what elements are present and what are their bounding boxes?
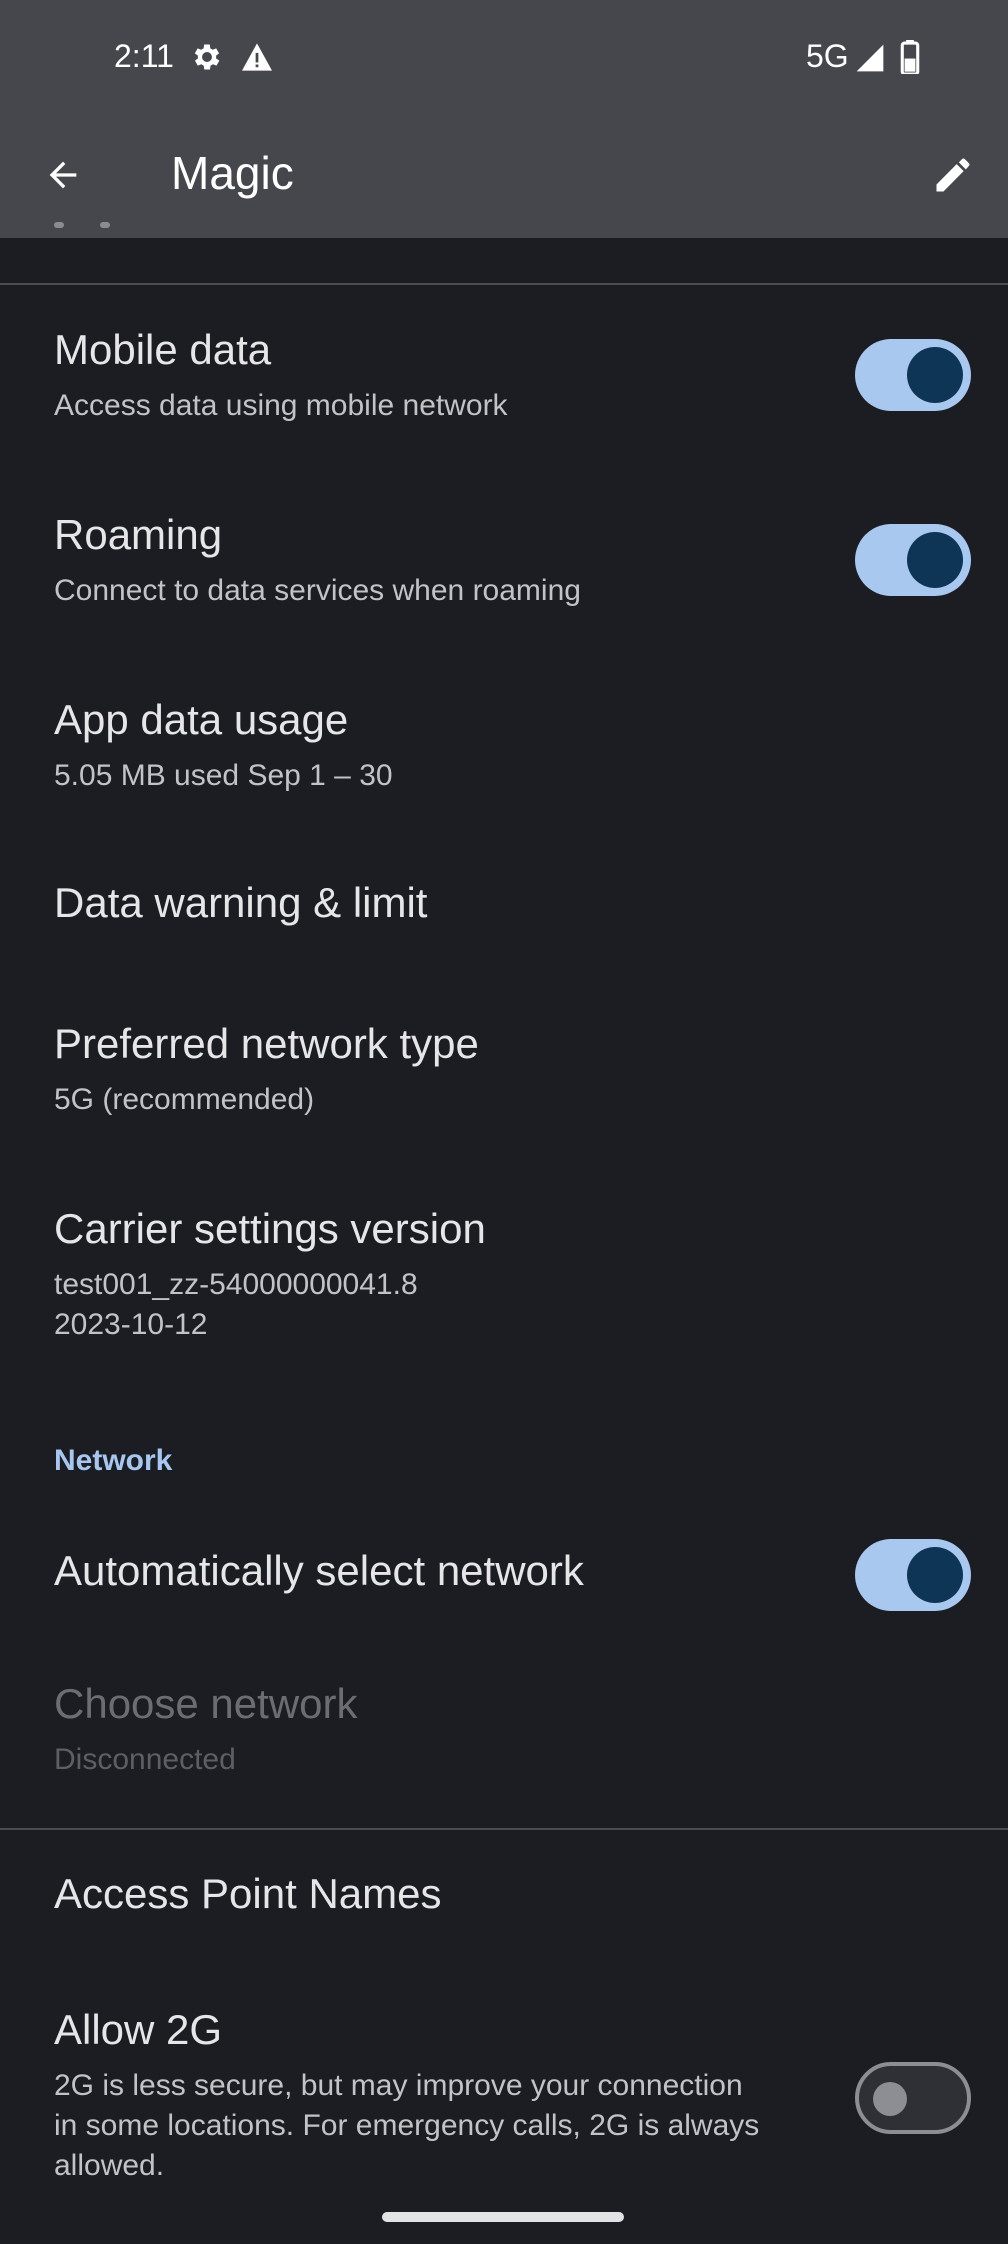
app-bar: Magic [0,116,1008,238]
choose-network-subtitle: Disconnected [54,1743,236,1776]
auto-select-network-item[interactable]: Automatically select network [0,1525,1008,1655]
data-warning-title: Data warning & limit [54,879,428,926]
app-data-usage-item[interactable]: App data usage 5.05 MB used Sep 1 – 30 [0,680,1008,840]
warning-icon [242,43,272,71]
page-title: Magic [171,147,294,199]
battery-icon [900,40,920,74]
roaming-item[interactable]: Roaming Connect to data services when ro… [0,495,1008,655]
preferred-network-title: Preferred network type [54,1020,479,1067]
mobile-data-toggle[interactable] [855,339,971,411]
auto-select-network-toggle[interactable] [855,1539,971,1611]
roaming-title: Roaming [54,511,223,558]
carrier-settings-subtitle: test001_zz-54000000041.8 2023-10-12 [54,1268,418,1341]
signal-icon [856,44,884,72]
toggle-knob [907,347,963,403]
toggle-knob [907,1547,963,1603]
top-bar: 2:11 5G Magic [0,0,1008,238]
status-time: 2:11 [114,38,174,74]
mobile-data-title: Mobile data [54,326,272,373]
access-point-names-item[interactable]: Access Point Names [0,1838,1008,1958]
mobile-data-item[interactable]: Mobile data Access data using mobile net… [0,310,1008,470]
app-data-usage-title: App data usage [54,696,349,743]
gesture-nav-handle[interactable] [382,2212,624,2222]
network-type-label: 5G [806,38,849,74]
status-bar: 2:11 5G [0,0,1008,116]
divider [0,283,1008,285]
app-data-usage-subtitle: 5.05 MB used Sep 1 – 30 [54,759,393,792]
toggle-knob [907,532,963,588]
gear-icon [194,44,220,70]
back-button[interactable] [28,140,98,210]
arrow-back-icon [49,161,77,189]
allow-2g-subtitle: 2G is less secure, but may improve your … [54,2069,760,2182]
data-warning-item[interactable]: Data warning & limit [0,865,1008,995]
roaming-subtitle: Connect to data services when roaming [54,574,581,607]
divider [0,1828,1008,1830]
preferred-network-subtitle: 5G (recommended) [54,1083,315,1116]
allow-2g-toggle[interactable] [855,2062,971,2134]
carrier-settings-title: Carrier settings version [54,1205,486,1252]
allow-2g-item[interactable]: Allow 2G 2G is less secure, but may impr… [0,1990,1008,2190]
roaming-toggle[interactable] [855,524,971,596]
choose-network-title: Choose network [54,1680,358,1727]
scrolled-item-fragment [54,222,114,232]
auto-select-network-title: Automatically select network [54,1547,584,1594]
access-point-names-title: Access Point Names [54,1870,442,1917]
carrier-settings-item[interactable]: Carrier settings version test001_zz-5400… [0,1189,1008,1389]
allow-2g-title: Allow 2G [54,2006,223,2053]
settings-screen: 2:11 5G Magic Mobile data Access data us… [0,0,1008,2244]
choose-network-item: Choose network Disconnected [0,1664,1008,1824]
preferred-network-item[interactable]: Preferred network type 5G (recommended) [0,1004,1008,1164]
pencil-icon [936,158,970,192]
toggle-knob [873,2082,907,2116]
mobile-data-subtitle: Access data using mobile network [54,389,508,422]
network-section-header: Network [54,1444,173,1477]
edit-button[interactable] [918,140,988,210]
